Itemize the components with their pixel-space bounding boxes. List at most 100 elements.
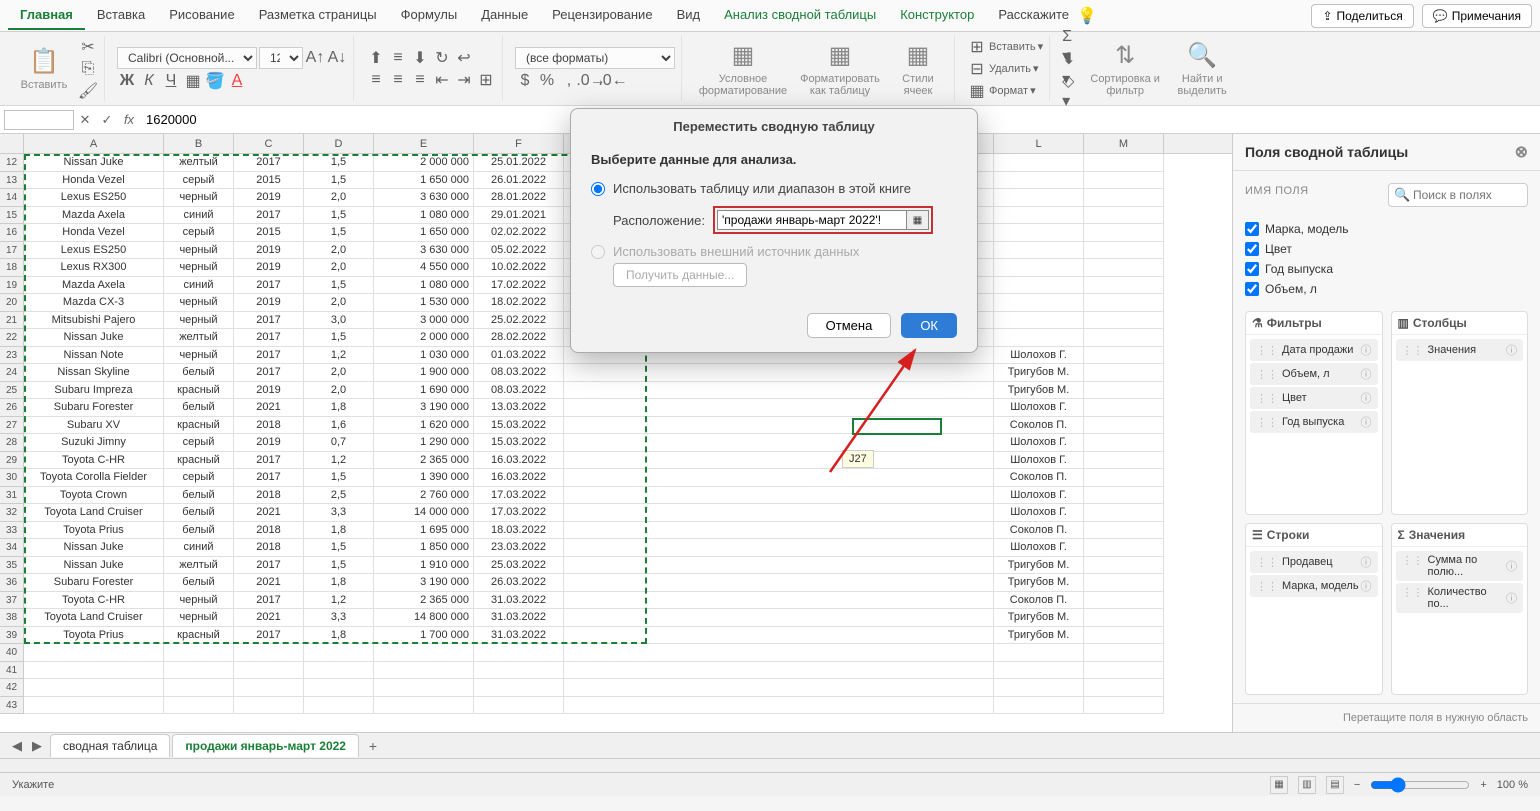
pivot-area-columns[interactable]: ▥Столбцы⋮⋮Значенияⓘ bbox=[1391, 311, 1529, 515]
ribbon-tab-7[interactable]: Вид bbox=[665, 1, 713, 30]
cell-C30[interactable]: 2017 bbox=[234, 469, 304, 487]
cell-B43[interactable] bbox=[164, 697, 234, 715]
cell-B35[interactable]: желтый bbox=[164, 557, 234, 575]
pivot-area-item-values-0[interactable]: ⋮⋮Сумма по полю...ⓘ bbox=[1396, 551, 1524, 581]
cell-gap[interactable] bbox=[564, 434, 994, 452]
cell-C19[interactable]: 2017 bbox=[234, 277, 304, 295]
column-header-M[interactable]: M bbox=[1084, 134, 1164, 153]
cell-A16[interactable]: Honda Vezel bbox=[24, 224, 164, 242]
cell-B30[interactable]: серый bbox=[164, 469, 234, 487]
cell-D40[interactable] bbox=[304, 644, 374, 662]
cell-F27[interactable]: 15.03.2022 bbox=[474, 417, 564, 435]
cell-F34[interactable]: 23.03.2022 bbox=[474, 539, 564, 557]
cell-A32[interactable]: Toyota Land Cruiser bbox=[24, 504, 164, 522]
cell-C42[interactable] bbox=[234, 679, 304, 697]
cut-icon[interactable]: ✂ bbox=[78, 37, 98, 57]
cell-F13[interactable]: 26.01.2022 bbox=[474, 172, 564, 190]
cell-L19[interactable] bbox=[994, 277, 1084, 295]
cell-A28[interactable]: Suzuki Jimny bbox=[24, 434, 164, 452]
cell-C23[interactable]: 2017 bbox=[234, 347, 304, 365]
align-middle-icon[interactable]: ≡ bbox=[388, 48, 408, 68]
cell-B19[interactable]: синий bbox=[164, 277, 234, 295]
cell-gap[interactable] bbox=[564, 644, 994, 662]
cell-A19[interactable]: Mazda Axela bbox=[24, 277, 164, 295]
cell-M28[interactable] bbox=[1084, 434, 1164, 452]
row-header-27[interactable]: 27 bbox=[0, 417, 24, 435]
cell-gap[interactable] bbox=[564, 662, 994, 680]
pivot-field-checkbox-1[interactable] bbox=[1245, 242, 1259, 256]
cell-E30[interactable]: 1 390 000 bbox=[374, 469, 474, 487]
cell-C13[interactable]: 2015 bbox=[234, 172, 304, 190]
cell-D37[interactable]: 1,2 bbox=[304, 592, 374, 610]
cell-B17[interactable]: черный bbox=[164, 242, 234, 260]
cell-L33[interactable]: Соколов П. bbox=[994, 522, 1084, 540]
cell-D41[interactable] bbox=[304, 662, 374, 680]
cell-M25[interactable] bbox=[1084, 382, 1164, 400]
cell-E12[interactable]: 2 000 000 bbox=[374, 154, 474, 172]
ok-button[interactable]: ОК bbox=[901, 313, 957, 338]
bold-icon[interactable]: Ж bbox=[117, 71, 137, 91]
cell-C32[interactable]: 2021 bbox=[234, 504, 304, 522]
cell-A13[interactable]: Honda Vezel bbox=[24, 172, 164, 190]
cell-C41[interactable] bbox=[234, 662, 304, 680]
cell-A26[interactable]: Subaru Forester bbox=[24, 399, 164, 417]
cell-E20[interactable]: 1 530 000 bbox=[374, 294, 474, 312]
cell-E25[interactable]: 1 690 000 bbox=[374, 382, 474, 400]
cell-M33[interactable] bbox=[1084, 522, 1164, 540]
align-center-icon[interactable]: ≡ bbox=[388, 70, 408, 90]
row-header-31[interactable]: 31 bbox=[0, 487, 24, 505]
cell-F14[interactable]: 28.01.2022 bbox=[474, 189, 564, 207]
cell-A14[interactable]: Lexus ES250 bbox=[24, 189, 164, 207]
cell-B34[interactable]: синий bbox=[164, 539, 234, 557]
column-header-F[interactable]: F bbox=[474, 134, 564, 153]
pivot-field-checkbox-3[interactable] bbox=[1245, 282, 1259, 296]
cell-L22[interactable] bbox=[994, 329, 1084, 347]
cell-M22[interactable] bbox=[1084, 329, 1164, 347]
column-header-C[interactable]: C bbox=[234, 134, 304, 153]
info-icon[interactable]: ⓘ bbox=[1361, 554, 1372, 570]
cell-F42[interactable] bbox=[474, 679, 564, 697]
row-header-39[interactable]: 39 bbox=[0, 627, 24, 645]
cell-E17[interactable]: 3 630 000 bbox=[374, 242, 474, 260]
cell-gap[interactable] bbox=[564, 679, 994, 697]
cell-E15[interactable]: 1 080 000 bbox=[374, 207, 474, 225]
cell-L31[interactable]: Шолохов Г. bbox=[994, 487, 1084, 505]
cell-F41[interactable] bbox=[474, 662, 564, 680]
cell-M30[interactable] bbox=[1084, 469, 1164, 487]
select-all-corner[interactable] bbox=[0, 134, 24, 153]
cell-D19[interactable]: 1,5 bbox=[304, 277, 374, 295]
column-header-A[interactable]: A bbox=[24, 134, 164, 153]
cell-M39[interactable] bbox=[1084, 627, 1164, 645]
cell-D39[interactable]: 1,8 bbox=[304, 627, 374, 645]
cell-D28[interactable]: 0,7 bbox=[304, 434, 374, 452]
align-top-icon[interactable]: ⬆ bbox=[366, 48, 386, 68]
row-header-29[interactable]: 29 bbox=[0, 452, 24, 470]
row-header-21[interactable]: 21 bbox=[0, 312, 24, 330]
cell-A21[interactable]: Mitsubishi Pajero bbox=[24, 312, 164, 330]
pivot-area-item-rows-1[interactable]: ⋮⋮Марка, модельⓘ bbox=[1250, 575, 1378, 597]
pivot-area-item-filters-1[interactable]: ⋮⋮Объем, лⓘ bbox=[1250, 363, 1378, 385]
indent-decrease-icon[interactable]: ⇤ bbox=[432, 70, 452, 90]
cell-M18[interactable] bbox=[1084, 259, 1164, 277]
format-painter-icon[interactable]: 🖌 bbox=[78, 81, 98, 101]
pivot-field-checkbox-2[interactable] bbox=[1245, 262, 1259, 276]
cell-M29[interactable] bbox=[1084, 452, 1164, 470]
cell-E13[interactable]: 1 650 000 bbox=[374, 172, 474, 190]
pivot-area-values[interactable]: ΣЗначения⋮⋮Сумма по полю...ⓘ⋮⋮Количество… bbox=[1391, 523, 1529, 695]
cell-D24[interactable]: 2,0 bbox=[304, 364, 374, 382]
cell-D33[interactable]: 1,8 bbox=[304, 522, 374, 540]
normal-view-icon[interactable]: ▦ bbox=[1270, 776, 1288, 794]
cell-D38[interactable]: 3,3 bbox=[304, 609, 374, 627]
cell-gap[interactable] bbox=[564, 627, 994, 645]
pivot-field-1[interactable]: Цвет bbox=[1245, 239, 1528, 259]
percent-icon[interactable]: % bbox=[537, 71, 557, 91]
cell-D18[interactable]: 2,0 bbox=[304, 259, 374, 277]
row-header-14[interactable]: 14 bbox=[0, 189, 24, 207]
row-header-33[interactable]: 33 bbox=[0, 522, 24, 540]
cell-C24[interactable]: 2017 bbox=[234, 364, 304, 382]
use-table-range-option[interactable]: Использовать таблицу или диапазон в этой… bbox=[591, 177, 957, 200]
cell-C29[interactable]: 2017 bbox=[234, 452, 304, 470]
cell-B25[interactable]: красный bbox=[164, 382, 234, 400]
row-header-24[interactable]: 24 bbox=[0, 364, 24, 382]
cell-L14[interactable] bbox=[994, 189, 1084, 207]
